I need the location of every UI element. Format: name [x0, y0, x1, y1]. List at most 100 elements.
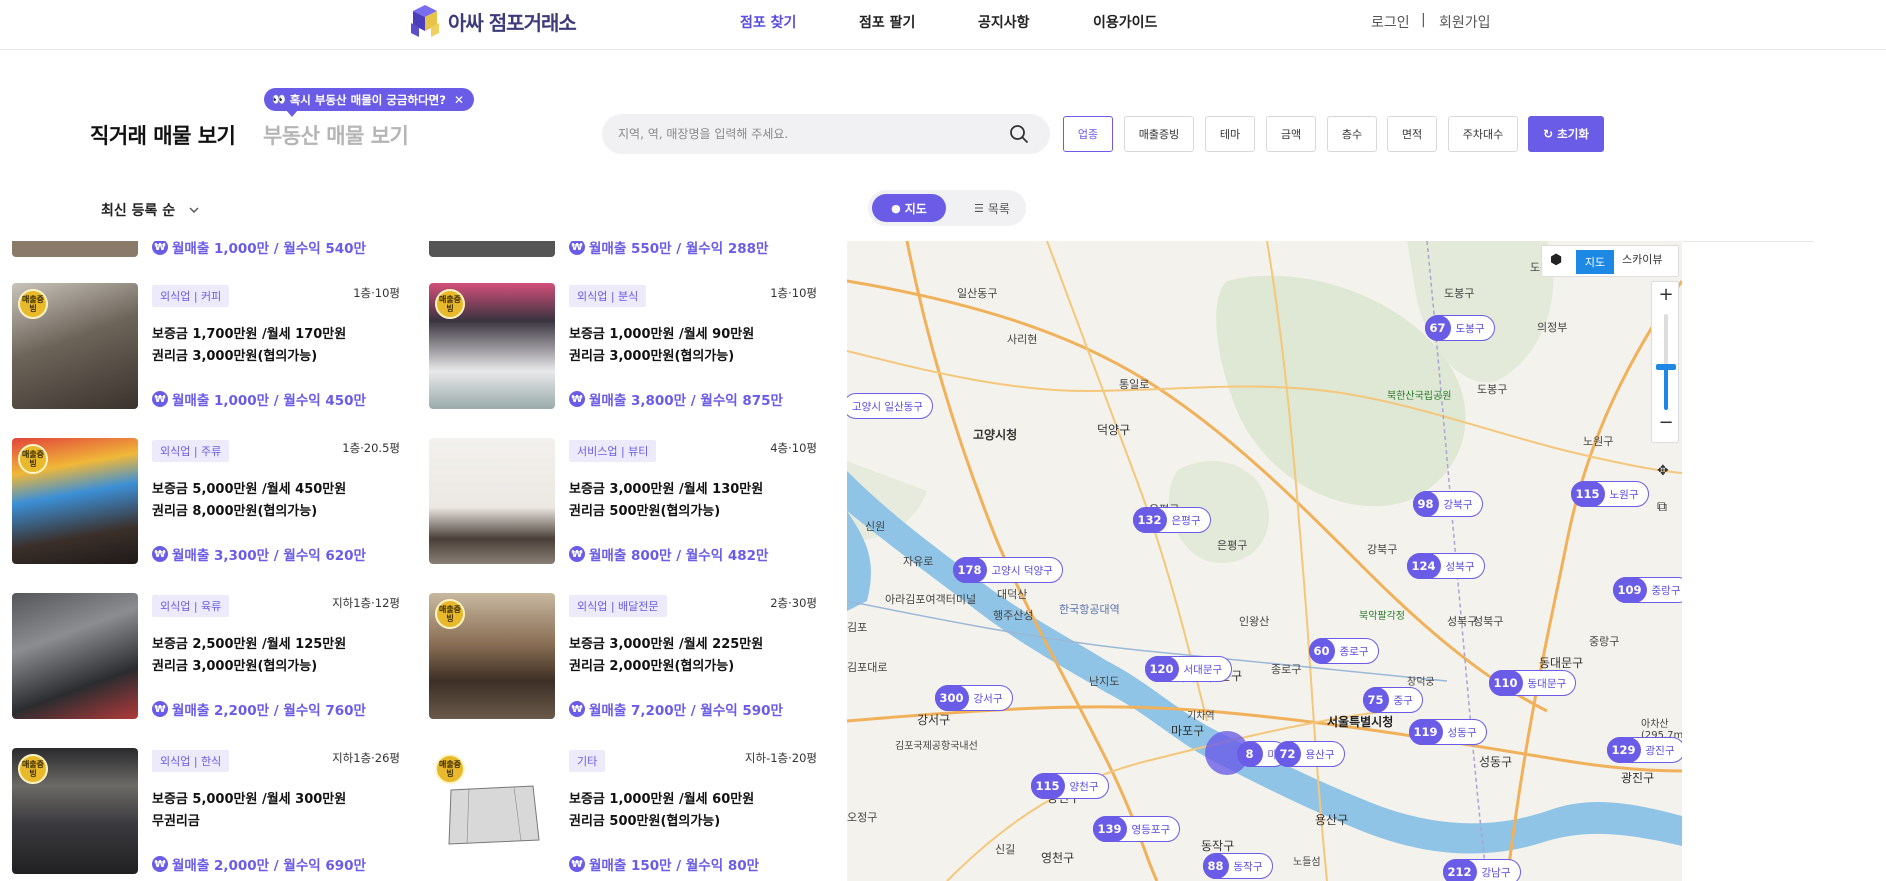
deposit-rent: 보증금 2,500만원 /월세 125만원 — [152, 637, 347, 652]
filter-amount[interactable]: 금액 — [1266, 116, 1316, 152]
map-type-skyview-button[interactable]: 스카이뷰 — [1622, 251, 1662, 267]
cluster-count: 115 — [1030, 773, 1065, 799]
cluster-name: 성동구 — [1447, 726, 1477, 739]
zoom-in-button[interactable]: + — [1652, 284, 1680, 305]
won-icon: ₩ — [152, 546, 168, 562]
compass-icon[interactable]: ✥ — [1657, 463, 1669, 479]
map-place-label: 성동구 — [1479, 755, 1513, 769]
list-view-button[interactable]: ☰ 목록 — [962, 194, 1022, 222]
sales-text: 월매출 2,200만 / 월수익 760만 — [172, 703, 366, 719]
deposit-rent: 보증금 1,000만원 /월세 90만원 — [569, 327, 755, 342]
filter-theme[interactable]: 테마 — [1205, 116, 1255, 152]
map-cluster-marker[interactable]: 119 성동구 — [1408, 719, 1487, 745]
zoom-slider-thumb[interactable] — [1656, 364, 1676, 370]
premium: 권리금 8,000만원(협의가능) — [152, 504, 318, 519]
search-input[interactable] — [618, 114, 1008, 154]
auth-separator: | — [1421, 12, 1426, 28]
map-cluster-marker[interactable]: 60 종로구 — [1308, 638, 1379, 664]
sales-info: ₩ 월매출 7,200만 / 월수익 590만 — [569, 699, 783, 719]
map-place-label: 사리현 — [1007, 333, 1038, 346]
premium: 무권리금 — [152, 814, 200, 829]
map-cluster-marker[interactable]: 88 동작구 — [1202, 853, 1273, 879]
category-tag: 외식업 | 한식 — [152, 750, 230, 772]
listing-photo — [12, 593, 138, 719]
nav-notice[interactable]: 공지사항 — [978, 12, 1030, 32]
listing-card[interactable]: 매출증빙 외식업 | 배달전문 2층·30평 보증금 3,000만원 /월세 2… — [417, 593, 827, 721]
listing-card[interactable]: 매출증빙 외식업 | 한식 지하1층·26평 보증금 5,000만원 /월세 3… — [0, 748, 410, 876]
reset-button[interactable]: ↻ 초기화 — [1528, 116, 1604, 152]
map-place-label: 도봉구 — [1477, 383, 1508, 396]
nav-sell-store[interactable]: 점포 팔기 — [859, 12, 915, 32]
map-cluster-marker[interactable]: 75 중구 — [1362, 687, 1423, 713]
map-view[interactable]: 일산동구 사리현 통일로 도봉구 도봉 의정부 고양시청 덕양구 북한산국립공원… — [847, 241, 1682, 881]
cluster-count: 98 — [1412, 491, 1439, 517]
listing-card[interactable]: 매출증빙 외식업 | 커피 1층·10평 보증금 1,700만원 /월세 170… — [0, 283, 410, 411]
sales-text: 월매출 2,000만 / 월수익 690만 — [172, 858, 366, 874]
listing-card[interactable]: 서비스업 | 뷰티 4층·10평 보증금 3,000만원 /월세 130만원 권… — [417, 438, 827, 566]
map-cluster-marker[interactable]: 고양시 일산동구 — [847, 393, 933, 419]
map-place-label: 고양시청 — [973, 428, 1018, 442]
map-cluster-marker[interactable]: 178 고양시 덕양구 — [952, 557, 1063, 583]
map-cluster-marker[interactable]: 115 양천구 — [1030, 773, 1109, 799]
nav-guide[interactable]: 이용가이드 — [1093, 12, 1157, 32]
filter-industry[interactable]: 업종 — [1063, 116, 1113, 152]
cluster-name: 양천구 — [1069, 780, 1099, 793]
premium: 권리금 500만원(협의가능) — [569, 504, 721, 519]
filter-area[interactable]: 면적 — [1387, 116, 1437, 152]
logo[interactable]: 아싸 점포거래소 — [408, 3, 577, 39]
map-cluster-marker[interactable]: 212 강남구 — [1442, 859, 1521, 881]
cluster-name: 영등포구 — [1131, 823, 1171, 836]
map-cluster-marker[interactable]: 115 노원구 — [1570, 481, 1649, 507]
realestate-tooltip[interactable]: 👀 혹시 부동산 매물이 궁금하다면? ✕ — [264, 88, 474, 117]
category-tag: 외식업 | 배달전문 — [569, 595, 667, 617]
map-cluster-marker[interactable]: 67 도봉구 — [1424, 315, 1495, 341]
sort-dropdown[interactable]: 최신 등록 순 — [101, 200, 199, 220]
listing-list[interactable]: ₩ 월매출 1,000만 / 월수익 540만 ₩ 월매출 550만 / 월수익 2… — [0, 241, 847, 881]
listing-photo: 매출증빙 — [12, 283, 138, 409]
map-place-label: 용산구 — [1315, 813, 1349, 827]
map-cluster-marker[interactable]: 98 강북구 — [1412, 491, 1483, 517]
cluster-count: 72 — [1274, 741, 1301, 767]
tab-direct-listings[interactable]: 직거래 매물 보기 — [90, 120, 236, 150]
tab-realestate-listings[interactable]: 부동산 매물 보기 — [263, 120, 409, 150]
copy-icon[interactable]: ⧉ — [1657, 499, 1667, 515]
close-icon[interactable]: ✕ — [454, 93, 464, 107]
map-cluster-marker[interactable]: 124 성북구 — [1406, 553, 1485, 579]
zoom-slider-fill — [1664, 367, 1668, 410]
map-cluster-marker[interactable]: 72 용산구 — [1274, 741, 1345, 767]
premium: 권리금 2,000만원(협의가능) — [569, 659, 735, 674]
map-view-label: 지도 — [904, 201, 927, 216]
list-icon: ☰ — [974, 201, 984, 215]
map-cluster-marker[interactable]: 129 광진구 — [1606, 737, 1682, 763]
map-cluster-marker[interactable]: 110 동대문구 — [1488, 670, 1577, 696]
listing-card[interactable]: 외식업 | 육류 지하1층·12평 보증금 2,500만원 /월세 125만원 … — [0, 593, 410, 721]
listing-card[interactable]: 매출증빙 외식업 | 분식 1층·10평 보증금 1,000만원 /월세 90만… — [417, 283, 827, 411]
map-cluster-marker[interactable]: 109 중랑구 — [1612, 577, 1682, 603]
listing-card[interactable]: 매출증빙 외식업 | 주류 1층·20.5평 보증금 5,000만원 /월세 4… — [0, 438, 410, 566]
map-cluster-marker[interactable]: 120 서대문구 — [1144, 656, 1233, 682]
map-place-label: 강서구 — [917, 713, 951, 727]
map-type-map-button[interactable]: 지도 — [1576, 250, 1614, 274]
login-link[interactable]: 로그인 — [1371, 12, 1410, 32]
filter-sales-proof[interactable]: 매출증빙 — [1124, 116, 1194, 152]
filter-floor[interactable]: 층수 — [1327, 116, 1377, 152]
search-icon[interactable] — [1008, 123, 1030, 145]
cube-3d-icon[interactable]: ⬢ — [1550, 252, 1562, 268]
cluster-name: 강남구 — [1481, 866, 1511, 879]
map-cluster-marker[interactable]: 300 강서구 — [934, 685, 1013, 711]
floor-area: 지하1층·26평 — [332, 751, 400, 765]
map-place-label: 신길 — [995, 843, 1016, 856]
listing-card-partial[interactable]: ₩ 월매출 1,000만 / 월수익 540만 — [0, 241, 410, 259]
map-cluster-marker[interactable]: 139 영등포구 — [1092, 816, 1181, 842]
listing-card[interactable]: 매출증빙 기타 지하-1층·20평 보증금 1,000만원 /월세 60만원 권… — [417, 748, 827, 876]
map-cluster-marker[interactable]: 132 은평구 — [1132, 507, 1211, 533]
zoom-out-button[interactable]: − — [1652, 412, 1680, 433]
signup-link[interactable]: 회원가입 — [1439, 12, 1491, 32]
map-view-button[interactable]: ● 지도 — [872, 194, 946, 222]
nav-find-store[interactable]: 점포 찾기 — [740, 12, 796, 32]
cluster-name: 종로구 — [1339, 645, 1369, 658]
cluster-name: 동대문구 — [1527, 677, 1567, 690]
filter-parking[interactable]: 주차대수 — [1448, 116, 1518, 152]
floor-area: 1층·20.5평 — [342, 441, 400, 455]
listing-card-partial[interactable]: ₩ 월매출 550만 / 월수익 288만 — [417, 241, 827, 259]
